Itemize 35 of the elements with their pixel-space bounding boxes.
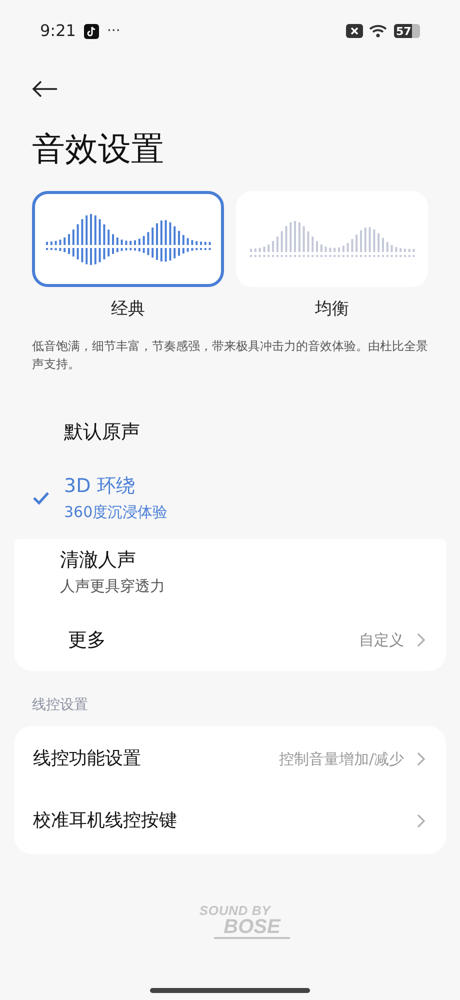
mode-title: 清澈人声: [60, 548, 137, 574]
sound-mode-item[interactable]: 3D 环绕 360度沉浸体验: [0, 464, 460, 531]
settings-row[interactable]: 线控功能设置 控制音量增加/减少: [14, 728, 446, 790]
preset-description: 低音饱满，细节丰富，节奏感强，带来极具冲击力的音效体验。由杜比全景声支持。: [32, 338, 429, 373]
sim-off-icon: [346, 24, 363, 38]
section-header: 线控设置: [31, 696, 89, 715]
preset-card[interactable]: [32, 191, 224, 288]
checkmark-icon: [32, 490, 50, 505]
more-notifications: ···: [106, 22, 120, 40]
battery-indicator: 57: [394, 24, 420, 38]
mode-subtitle: 360度沉浸体验: [64, 502, 168, 523]
wifi-icon: [369, 24, 388, 38]
preset-label: 均衡: [315, 298, 349, 322]
chevron-right-icon: [416, 812, 426, 829]
more-row[interactable]: 更多 自定义: [14, 608, 446, 671]
chevron-right-icon: [416, 632, 426, 648]
status-time: 9:21: [40, 20, 76, 42]
page-title: 音效设置: [31, 128, 165, 170]
waveform-icon: [46, 214, 210, 265]
mode-title: 3D 环绕: [64, 474, 136, 500]
settings-row[interactable]: 校准耳机线控按键: [14, 790, 446, 852]
music-note-icon: [84, 24, 99, 38]
settings-value: 控制音量增加/减少: [278, 748, 404, 770]
chevron-right-icon: [416, 750, 426, 767]
mode-title: 默认原声: [64, 420, 140, 444]
back-arrow-icon[interactable]: [32, 80, 58, 98]
settings-label: 校准耳机线控按键: [33, 809, 178, 834]
more-label: 更多: [68, 628, 107, 652]
sound-mode-item[interactable]: 清澈人声 人声更具穿透力: [0, 538, 460, 605]
waveform-icon: [250, 221, 414, 258]
settings-label: 线控功能设置: [33, 747, 142, 772]
mode-subtitle: 人声更具穿透力: [60, 576, 165, 597]
preset-label: 经典: [111, 298, 145, 322]
more-value: 自定义: [359, 630, 404, 650]
sound-mode-item[interactable]: 默认原声: [0, 398, 460, 465]
